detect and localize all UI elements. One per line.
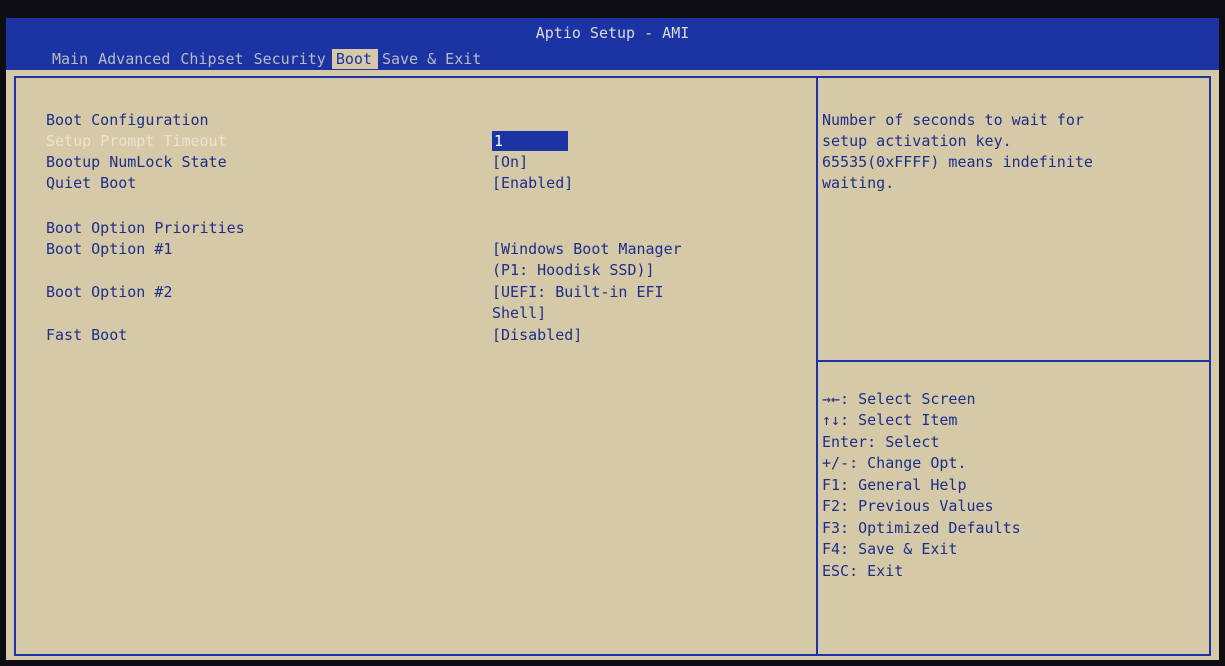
boot-option-1-label[interactable]: Boot Option #1 xyxy=(46,239,172,259)
section-boot-configuration: Boot Configuration xyxy=(46,111,209,129)
tab-advanced[interactable]: Advanced xyxy=(94,49,176,69)
key-hint-esc: ESC: Exit xyxy=(822,562,904,580)
key-hint-f2: F2: Previous Values xyxy=(822,497,994,515)
boot-option-2-value-line1[interactable]: [UEFI: Built-in EFI xyxy=(492,282,664,302)
help-text-line: Number of seconds to wait for xyxy=(822,111,1084,129)
key-hint-enter: Enter: Select xyxy=(822,433,940,451)
tab-main[interactable]: Main xyxy=(48,49,94,69)
key-hint-f1: F1: General Help xyxy=(822,476,967,494)
quiet-boot-value[interactable]: [Enabled] xyxy=(492,173,573,193)
header-bar: Aptio Setup - AMI Main Advanced Chipset … xyxy=(6,18,1219,70)
bootup-numlock-value[interactable]: [On] xyxy=(492,152,528,172)
boot-option-2-value-line2[interactable]: Shell] xyxy=(492,303,546,323)
tab-security[interactable]: Security xyxy=(250,49,332,69)
settings-panel: Boot Configuration Setup Prompt Timeout … xyxy=(14,76,1211,656)
boot-option-1-value-line2[interactable]: (P1: Hoodisk SSD)] xyxy=(492,260,655,280)
tab-bar: Main Advanced Chipset Security Boot Save… xyxy=(48,49,487,69)
key-hint-f4: F4: Save & Exit xyxy=(822,540,958,558)
fast-boot-value[interactable]: [Disabled] xyxy=(492,325,582,345)
setup-prompt-timeout-label[interactable]: Setup Prompt Timeout xyxy=(46,131,227,151)
fast-boot-label[interactable]: Fast Boot xyxy=(46,325,127,345)
tab-save-exit[interactable]: Save & Exit xyxy=(378,49,487,69)
boot-option-1-value-line1[interactable]: [Windows Boot Manager xyxy=(492,239,682,259)
boot-option-2-label[interactable]: Boot Option #2 xyxy=(46,282,172,302)
key-hint-select-item: ↑↓: Select Item xyxy=(822,411,958,429)
key-hint-f3: F3: Optimized Defaults xyxy=(822,519,1021,537)
setup-prompt-timeout-value[interactable]: 1 xyxy=(492,131,568,151)
bootup-numlock-label[interactable]: Bootup NumLock State xyxy=(46,152,227,172)
quiet-boot-label[interactable]: Quiet Boot xyxy=(46,173,136,193)
app-title: Aptio Setup - AMI xyxy=(535,24,690,42)
tab-chipset[interactable]: Chipset xyxy=(176,49,249,69)
section-boot-option-priorities: Boot Option Priorities xyxy=(46,219,245,237)
help-text-line: 65535(0xFFFF) means indefinite xyxy=(822,153,1093,171)
tab-boot[interactable]: Boot xyxy=(331,49,378,69)
help-text-line: waiting. xyxy=(822,174,895,192)
key-hint-select-screen: →←: Select Screen xyxy=(822,390,976,408)
bios-screen: Aptio Setup - AMI Main Advanced Chipset … xyxy=(6,18,1219,660)
help-separator xyxy=(818,360,1211,362)
help-text-line: setup activation key. xyxy=(822,132,1012,150)
panel-divider xyxy=(816,78,818,654)
key-hint-change-opt: +/-: Change Opt. xyxy=(822,454,967,472)
